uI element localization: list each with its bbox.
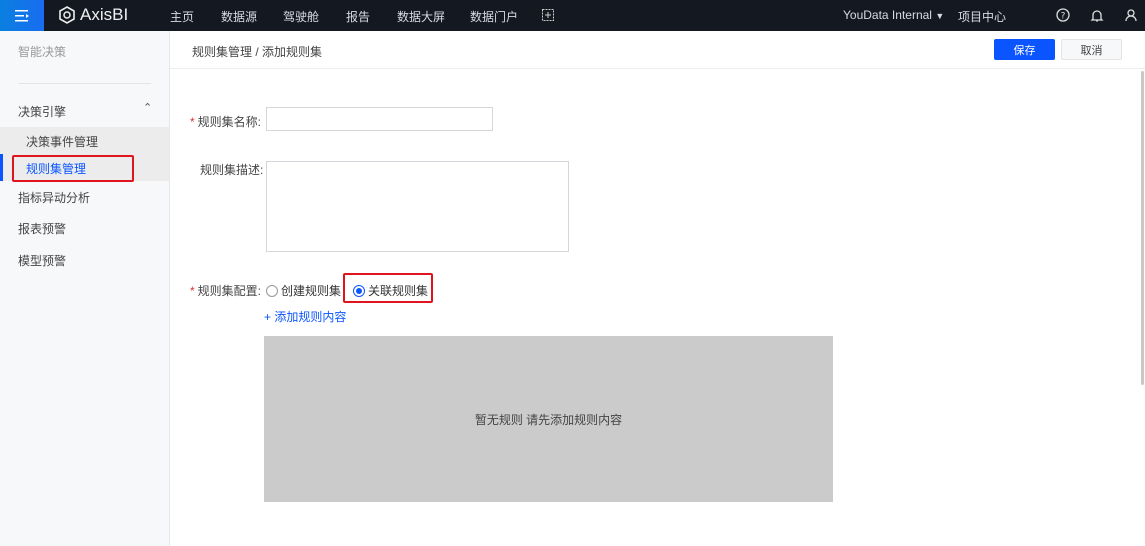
menu-toggle-button[interactable] <box>0 0 44 31</box>
name-label-text: 规则集名称: <box>197 115 262 129</box>
help-icon[interactable]: ? <box>1056 8 1070 22</box>
workspace-dropdown[interactable]: YouData Internal ▼ <box>843 8 944 22</box>
empty-rules-panel: 暂无规则 请先添加规则内容 <box>264 336 833 502</box>
page-header: 规则集管理 / 添加规则集 保存 取消 <box>170 31 1145 69</box>
name-label: * 规则集名称: <box>190 115 262 129</box>
add-tab-icon[interactable] <box>542 9 554 21</box>
config-label: * 规则集配置: <box>190 284 262 298</box>
logo[interactable]: AxisBI <box>58 5 128 25</box>
highlight-box <box>343 273 433 303</box>
sidebar-group-decision-engine[interactable]: 决策引擎 <box>18 103 66 120</box>
nav-portal[interactable]: 数据门户 <box>470 8 518 25</box>
sidebar-item-model-alert[interactable]: 模型预警 <box>18 252 66 269</box>
radio-create-ruleset[interactable]: 创建规则集 <box>266 282 341 299</box>
bell-icon[interactable] <box>1090 8 1104 22</box>
workspace-name: YouData Internal <box>843 8 932 22</box>
empty-message: 暂无规则 请先添加规则内容 <box>474 412 623 427</box>
nav-bigscreen[interactable]: 数据大屏 <box>397 8 445 25</box>
caret-down-icon: ▼ <box>935 11 945 21</box>
menu-icon <box>15 9 29 21</box>
project-center-link[interactable]: 项目中心 <box>958 8 1006 25</box>
sidebar-title: 智能决策 <box>18 45 67 59</box>
ruleset-name-input[interactable] <box>266 107 493 131</box>
logo-icon <box>59 6 75 24</box>
chevron-up-icon[interactable]: ⌃ <box>143 101 152 114</box>
svg-text:?: ? <box>1061 12 1066 22</box>
sidebar-item-metric-analysis[interactable]: 指标异动分析 <box>18 189 90 206</box>
scrollbar[interactable] <box>1141 71 1144 385</box>
sidebar-item-report-alert[interactable]: 报表预警 <box>18 220 66 237</box>
highlight-box <box>12 155 134 182</box>
active-indicator <box>0 154 3 181</box>
radio-icon <box>266 285 278 297</box>
config-label-text: 规则集配置: <box>197 284 262 298</box>
add-rule-link[interactable]: + 添加规则内容 <box>264 308 346 325</box>
user-icon[interactable] <box>1124 8 1138 22</box>
sidebar: 智能决策 决策引擎 ⌃ 决策事件管理 规则集管理 指标异动分析 报表预警 模型预… <box>0 31 170 546</box>
cancel-button[interactable]: 取消 <box>1061 39 1122 60</box>
nav-home[interactable]: 主页 <box>170 8 194 25</box>
divider <box>18 83 151 84</box>
nav-cockpit[interactable]: 驾驶舱 <box>283 8 319 25</box>
main-content: 规则集管理 / 添加规则集 保存 取消 * 规则集名称: 规则集描述: * 规则集配… <box>170 31 1145 546</box>
nav-datasource[interactable]: 数据源 <box>221 8 257 25</box>
save-button[interactable]: 保存 <box>994 39 1055 60</box>
sidebar-item-event-management[interactable]: 决策事件管理 <box>26 133 98 150</box>
desc-label: 规则集描述: <box>200 163 264 177</box>
ruleset-description-textarea[interactable] <box>266 161 569 252</box>
top-bar: AxisBI 主页 数据源 驾驶舱 报告 数据大屏 数据门户 YouData I… <box>0 0 1145 31</box>
radio-label: 创建规则集 <box>281 284 342 298</box>
nav-report[interactable]: 报告 <box>346 8 370 25</box>
breadcrumb: 规则集管理 / 添加规则集 <box>192 45 323 59</box>
brand-name: AxisBI <box>80 5 129 24</box>
